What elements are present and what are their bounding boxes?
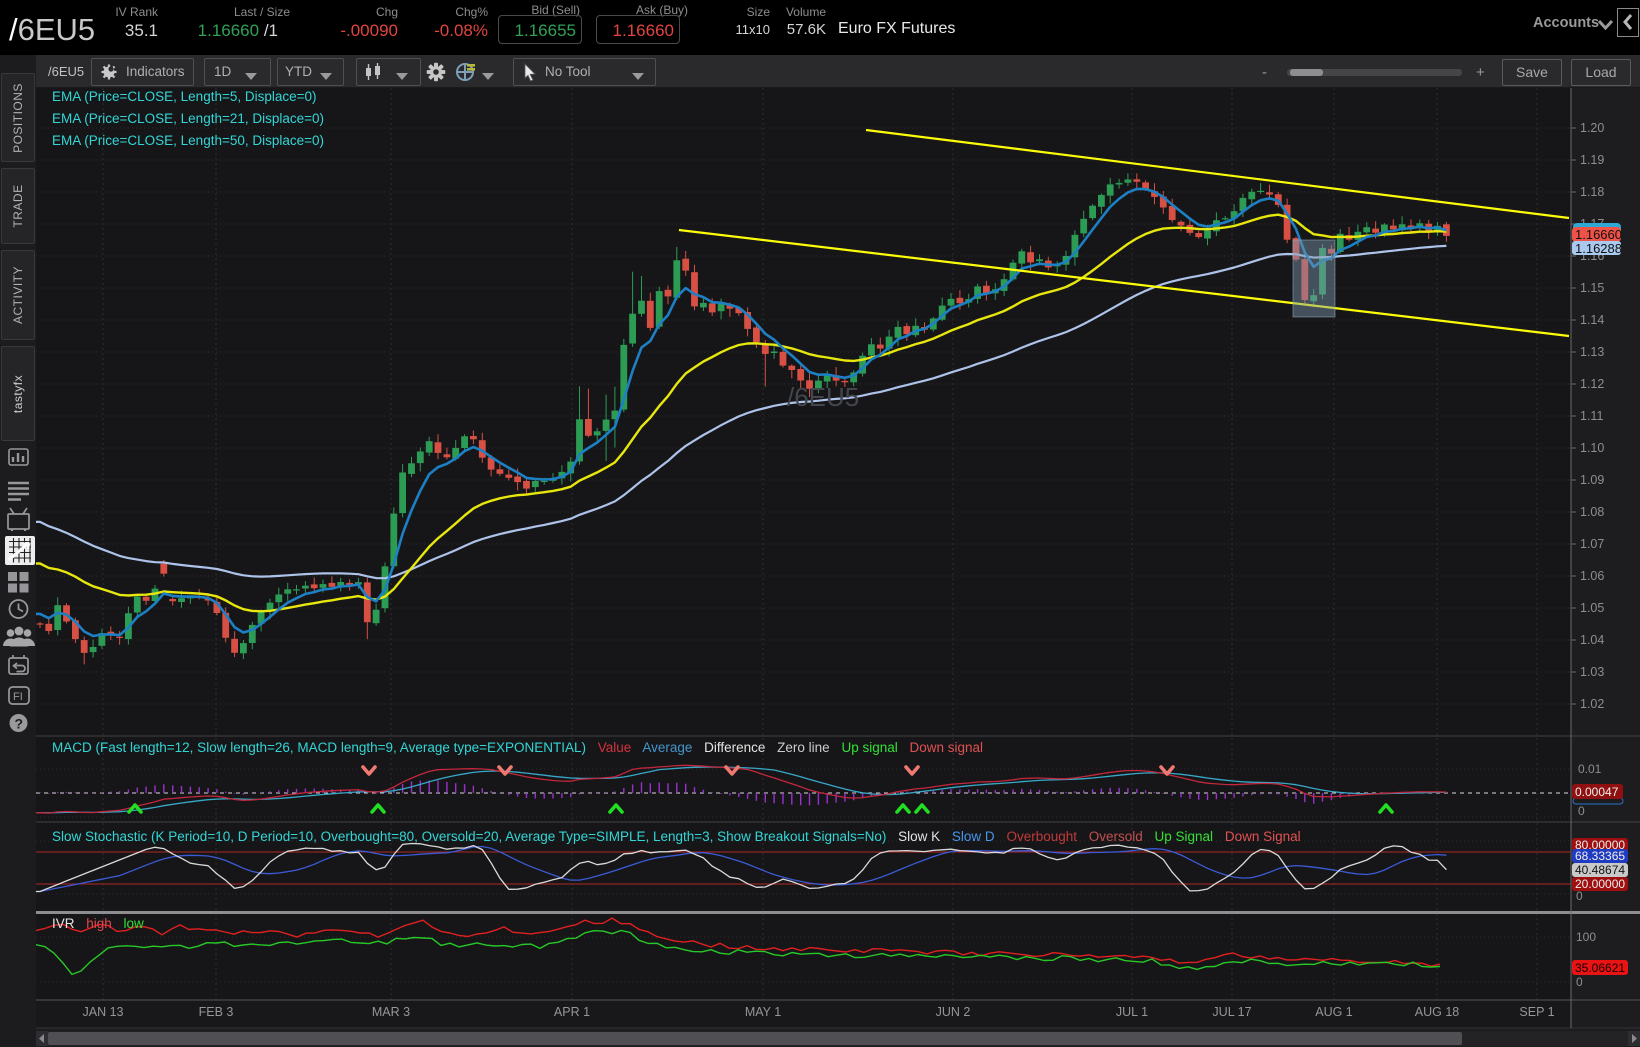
svg-text:1.13: 1.13 bbox=[1580, 345, 1604, 359]
svg-text:40.48674: 40.48674 bbox=[1575, 863, 1625, 877]
svg-text:35.06621: 35.06621 bbox=[1575, 961, 1625, 975]
svg-text:1.11: 1.11 bbox=[1580, 409, 1603, 423]
svg-text:1.14: 1.14 bbox=[1580, 313, 1604, 327]
svg-text:Slow Stochastic (K Period=10,: Slow Stochastic (K Period=10, D Period=1… bbox=[52, 829, 1301, 844]
svg-text:EMA (Price=CLOSE, Length=5, Di: EMA (Price=CLOSE, Length=5, Displace=0) bbox=[52, 89, 317, 104]
svg-text:1.16288: 1.16288 bbox=[1575, 241, 1622, 256]
svg-text:1.08: 1.08 bbox=[1580, 505, 1604, 519]
svg-text:JUN 2: JUN 2 bbox=[936, 1005, 971, 1019]
svg-text:1.20: 1.20 bbox=[1580, 121, 1604, 135]
svg-text:JUL 17: JUL 17 bbox=[1212, 1005, 1251, 1019]
svg-text:1.02: 1.02 bbox=[1580, 697, 1604, 711]
svg-text:68.33365: 68.33365 bbox=[1575, 849, 1625, 863]
svg-text:/6EU5: /6EU5 bbox=[787, 382, 859, 412]
svg-text:0: 0 bbox=[1576, 975, 1583, 989]
svg-text:1.06: 1.06 bbox=[1580, 569, 1604, 583]
svg-text:APR 1: APR 1 bbox=[554, 1005, 590, 1019]
svg-text:?: ? bbox=[15, 716, 24, 732]
svg-text:1.18: 1.18 bbox=[1580, 185, 1604, 199]
svg-text:0: 0 bbox=[1576, 889, 1583, 903]
svg-text:IVR high low: IVR high low bbox=[52, 916, 144, 931]
svg-text:100: 100 bbox=[1576, 930, 1596, 944]
svg-text:SEP 1: SEP 1 bbox=[1519, 1005, 1554, 1019]
svg-text:1.04: 1.04 bbox=[1580, 633, 1604, 647]
svg-text:0.00047: 0.00047 bbox=[1575, 785, 1619, 799]
svg-text:1.05: 1.05 bbox=[1580, 601, 1604, 615]
svg-text:1.15: 1.15 bbox=[1580, 281, 1604, 295]
svg-text:EMA (Price=CLOSE, Length=50, D: EMA (Price=CLOSE, Length=50, Displace=0) bbox=[52, 133, 324, 148]
svg-text:MAY 1: MAY 1 bbox=[745, 1005, 781, 1019]
svg-text:0: 0 bbox=[1578, 804, 1585, 818]
svg-text:1.07: 1.07 bbox=[1580, 537, 1604, 551]
svg-text:1.03: 1.03 bbox=[1580, 665, 1604, 679]
svg-text:JUL 1: JUL 1 bbox=[1116, 1005, 1148, 1019]
svg-text:AUG 1: AUG 1 bbox=[1315, 1005, 1353, 1019]
svg-text:MACD (Fast length=12, Slow len: MACD (Fast length=12, Slow length=26, MA… bbox=[52, 740, 983, 755]
svg-text:0.01: 0.01 bbox=[1578, 762, 1602, 776]
svg-text:1.09: 1.09 bbox=[1580, 473, 1604, 487]
svg-text:1.10: 1.10 bbox=[1580, 441, 1604, 455]
svg-text:MAR 3: MAR 3 bbox=[372, 1005, 410, 1019]
svg-text:FEB 3: FEB 3 bbox=[199, 1005, 234, 1019]
svg-text:FI: FI bbox=[13, 691, 23, 703]
svg-text:1.19: 1.19 bbox=[1580, 153, 1604, 167]
svg-text:1.16660: 1.16660 bbox=[1575, 227, 1622, 242]
svg-text:1.12: 1.12 bbox=[1580, 377, 1604, 391]
svg-text:EMA (Price=CLOSE, Length=21, D: EMA (Price=CLOSE, Length=21, Displace=0) bbox=[52, 111, 324, 126]
svg-text:JAN 13: JAN 13 bbox=[83, 1005, 124, 1019]
svg-text:AUG 18: AUG 18 bbox=[1415, 1005, 1460, 1019]
